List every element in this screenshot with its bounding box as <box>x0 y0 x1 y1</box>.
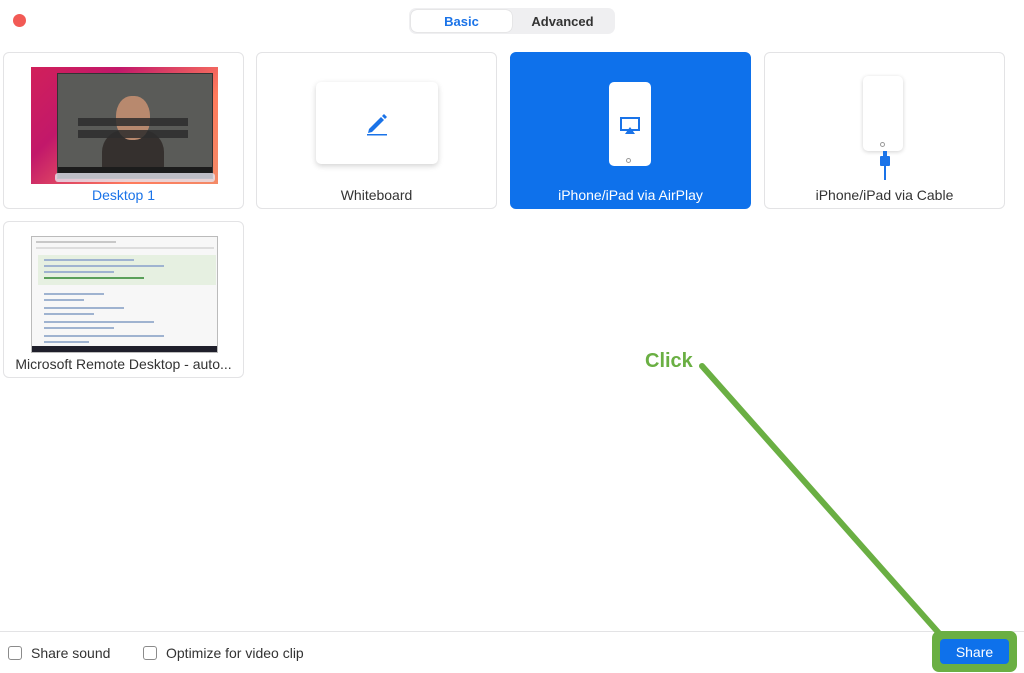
video-window-preview <box>57 73 213 179</box>
share-sound-option[interactable]: Share sound <box>8 645 110 661</box>
tab-basic[interactable]: Basic <box>411 10 512 32</box>
iphone-icon <box>609 82 651 166</box>
iphone-icon <box>863 76 903 151</box>
share-button-highlight: Share <box>932 631 1017 672</box>
share-sound-checkbox[interactable] <box>8 646 22 660</box>
close-window-icon[interactable] <box>13 14 26 27</box>
share-option-whiteboard[interactable]: Whiteboard <box>256 52 497 209</box>
optimize-video-checkbox[interactable] <box>143 646 157 660</box>
click-annotation-label: Click <box>645 350 693 372</box>
footer-bar: Share sound Optimize for video clip <box>0 631 1024 673</box>
share-option-desktop-1[interactable]: Desktop 1 <box>3 52 244 209</box>
pencil-icon <box>367 114 387 136</box>
share-option-label: Microsoft Remote Desktop - auto... <box>15 356 232 372</box>
share-option-remote-desktop[interactable]: Microsoft Remote Desktop - auto... <box>3 221 244 378</box>
share-button[interactable]: Share <box>940 639 1009 664</box>
whiteboard-preview <box>316 82 438 164</box>
optimize-video-option[interactable]: Optimize for video clip <box>143 645 304 661</box>
share-option-cable[interactable]: iPhone/iPad via Cable <box>764 52 1005 209</box>
window-thumbnail <box>31 236 218 353</box>
share-option-label: Desktop 1 <box>91 187 156 203</box>
share-option-label: iPhone/iPad via Cable <box>815 187 954 203</box>
share-option-airplay[interactable]: iPhone/iPad via AirPlay <box>510 52 751 209</box>
desktop-thumbnail <box>31 67 218 184</box>
tab-advanced[interactable]: Advanced <box>512 10 613 32</box>
dock-preview <box>55 173 215 182</box>
share-sound-label: Share sound <box>31 645 111 661</box>
share-option-label: Whiteboard <box>340 187 413 203</box>
optimize-video-label: Optimize for video clip <box>166 645 304 661</box>
tab-switcher: Basic Advanced <box>409 8 615 34</box>
airplay-icon <box>620 117 640 134</box>
share-option-label: iPhone/iPad via AirPlay <box>558 187 703 203</box>
